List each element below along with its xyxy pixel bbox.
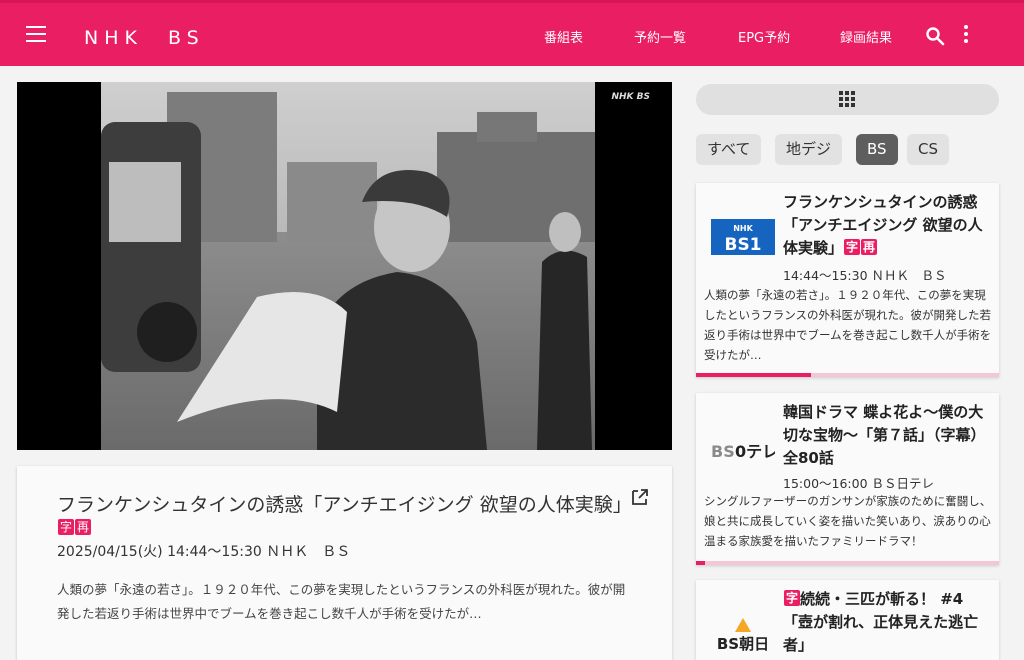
program-time: 2025/04/15(火) 14:44～15:30 ＮＨＫ ＢＳ xyxy=(57,544,351,560)
program-description: 人類の夢「永遠の若さ」。１９２０年代、この夢を実現したというフランスの外科医が現… xyxy=(57,582,626,621)
program-progress-fill xyxy=(696,561,706,565)
app-title: NHK BS xyxy=(84,27,205,49)
program-progress xyxy=(696,373,999,377)
channel-watermark: NHK BS xyxy=(611,92,650,102)
program-card[interactable]: BS朝日 字続続・三匹が斬る！ #4「壺が割れ、正体見えた逃亡者」 xyxy=(696,580,999,660)
subtitle-badge: 字 xyxy=(58,519,75,535)
bs-nittele-logo: BS 0テレ xyxy=(711,442,775,461)
svg-text:0テレ: 0テレ xyxy=(735,442,775,461)
more-options-icon[interactable] xyxy=(962,25,970,45)
hamburger-menu-icon[interactable] xyxy=(26,26,46,42)
program-card-title-text: 続続・三匹が斬る！ #4「壺が割れ、正体見えた逃亡者」 xyxy=(783,590,979,654)
bs-asahi-logo: BS朝日 xyxy=(717,618,769,652)
chip-terrestrial[interactable]: 地デジ xyxy=(775,134,843,165)
nav-reservations[interactable]: 予約一覧 xyxy=(634,27,686,46)
program-progress-fill xyxy=(696,373,812,377)
rerun-badge: 再 xyxy=(75,519,92,535)
nav-guide[interactable]: 番組表 xyxy=(544,27,583,46)
nav-recordings[interactable]: 録画結果 xyxy=(840,27,892,46)
program-card[interactable]: NHK BS1 フランケンシュタインの誘惑「アンチエイジング 欲望の人体実験」字… xyxy=(696,183,999,377)
program-card-description: 人類の夢「永遠の若さ」。１９２０年代、この夢を実現したというフランスの外科医が現… xyxy=(704,288,992,362)
app-header: NHK BS 番組表 予約一覧 EPG予約 録画結果 xyxy=(0,0,1024,66)
nhk-bs1-logo: NHK BS1 xyxy=(711,219,775,255)
program-title-text: フランケンシュタインの誘惑「アンチエイジング 欲望の人体実験」 xyxy=(57,494,632,516)
apps-grid-icon xyxy=(839,91,856,108)
program-title: フランケンシュタインの誘惑「アンチエイジング 欲望の人体実験」字再 xyxy=(57,494,632,538)
nav-epg-reserve[interactable]: EPG予約 xyxy=(738,27,790,46)
svg-text:BS: BS xyxy=(711,442,735,461)
program-card-time: 14:44～15:30 ＮＨＫ ＢＳ xyxy=(783,268,947,283)
svg-text:NHK: NHK xyxy=(733,224,753,233)
program-card-title-text: フランケンシュタインの誘惑「アンチエイジング 欲望の人体実験」 xyxy=(783,193,983,257)
svg-text:BS1: BS1 xyxy=(724,235,761,255)
video-frame xyxy=(17,82,672,450)
program-card[interactable]: BS 0テレ 韓国ドラマ 蝶よ花よ～僕の大切な宝物～「第７話」（字幕）全80話 … xyxy=(696,393,999,565)
search-icon[interactable] xyxy=(925,26,945,46)
program-card-time: 15:00～16:00 ＢＳ日テレ xyxy=(783,476,935,491)
subtitle-badge: 字 xyxy=(784,590,801,606)
open-in-new-icon[interactable] xyxy=(631,488,649,506)
chip-all[interactable]: すべて xyxy=(696,134,762,165)
program-card-description: シングルファーザーのガンサンが家族のために奮闘し、娘と共に成長していく姿を描いた… xyxy=(704,494,992,548)
program-card-title: 韓国ドラマ 蝶よ花よ～僕の大切な宝物～「第７話」（字幕）全80話 xyxy=(783,403,986,467)
program-card-title: フランケンシュタインの誘惑「アンチエイジング 欲望の人体実験」字再 xyxy=(783,191,993,260)
program-card-title: 字続続・三匹が斬る！ #4「壺が割れ、正体見えた逃亡者」 xyxy=(783,588,993,657)
video-player[interactable]: NHK BS xyxy=(17,82,672,450)
chip-bs[interactable]: BS xyxy=(856,134,898,165)
svg-text:BS朝日: BS朝日 xyxy=(717,635,769,652)
grid-view-toggle[interactable] xyxy=(696,84,999,115)
program-progress xyxy=(696,561,999,565)
chip-cs[interactable]: CS xyxy=(907,134,949,165)
rerun-badge: 再 xyxy=(861,239,878,255)
program-detail-card: フランケンシュタインの誘惑「アンチエイジング 欲望の人体実験」字再 2025/0… xyxy=(17,466,672,660)
subtitle-badge: 字 xyxy=(844,239,861,255)
